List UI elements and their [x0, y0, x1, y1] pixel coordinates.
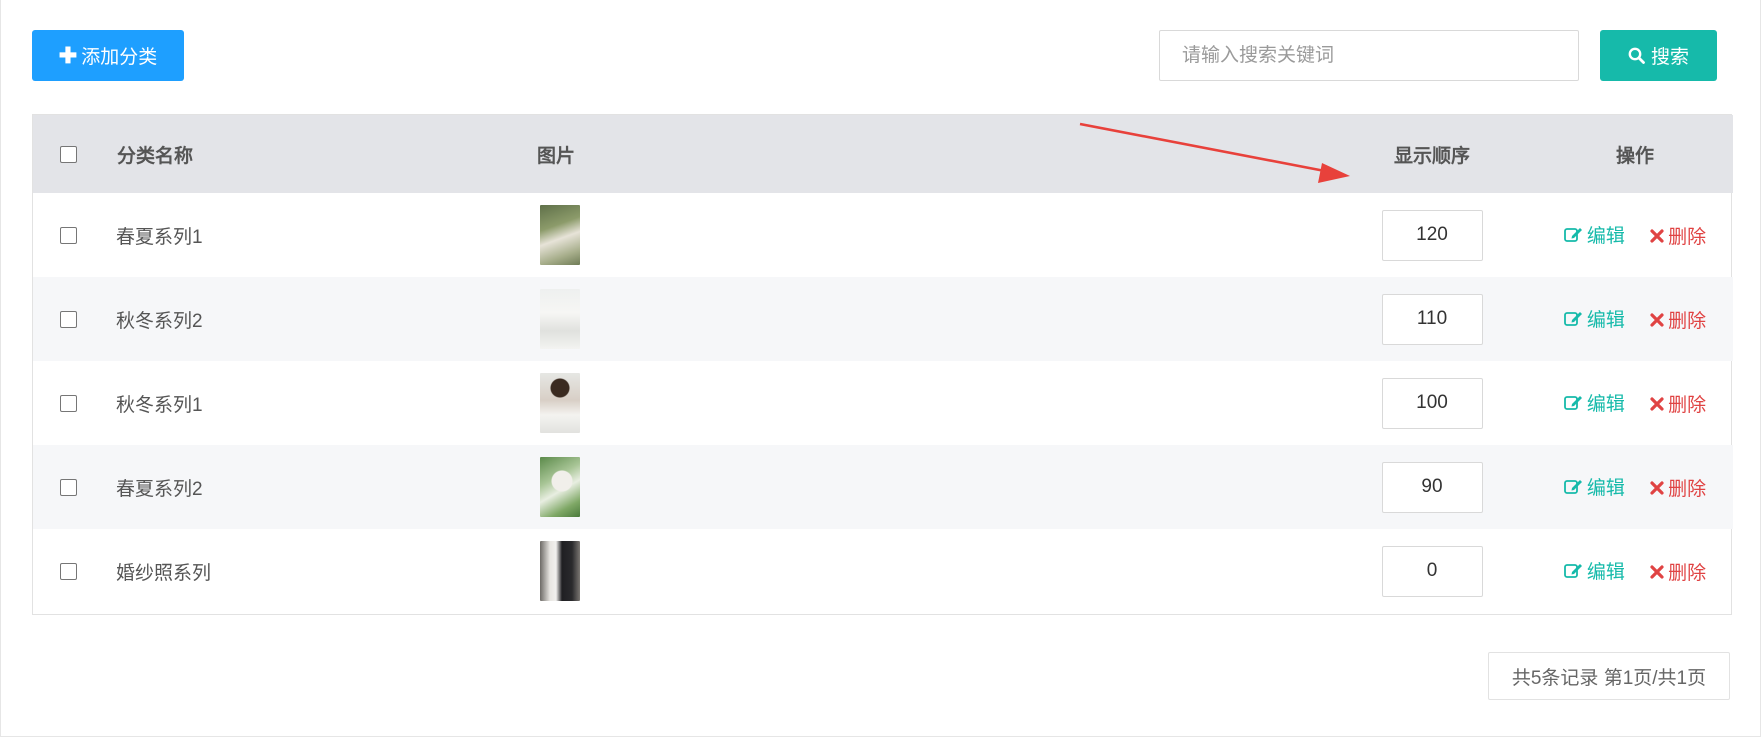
order-input[interactable] [1381, 293, 1483, 345]
category-name: 婚纱照系列 [116, 562, 212, 584]
category-name: 春夏系列2 [116, 478, 203, 500]
edit-icon [1563, 395, 1582, 410]
category-name: 秋冬系列2 [116, 310, 203, 332]
header-order: 显示顺序 [1393, 145, 1470, 167]
delete-button[interactable]: 删除 [1650, 306, 1706, 333]
edit-button[interactable]: 编辑 [1563, 221, 1625, 248]
edit-label: 编辑 [1586, 225, 1625, 247]
edit-label: 编辑 [1586, 393, 1625, 415]
row-checkbox[interactable] [60, 478, 77, 496]
row-checkbox[interactable] [60, 562, 77, 580]
row-checkbox[interactable] [60, 394, 77, 412]
delete-label: 删除 [1668, 311, 1707, 333]
category-name: 春夏系列1 [116, 226, 203, 248]
toolbar: ✚ 添加分类 搜索 [32, 30, 1763, 82]
search-input[interactable] [1159, 30, 1579, 81]
select-all-checkbox[interactable] [60, 145, 77, 163]
pagination-info: 共5条记录 第1页/共1页 [1488, 652, 1730, 700]
delete-label: 删除 [1668, 227, 1707, 249]
table-row: 春夏系列1 编辑 删除 [33, 193, 1733, 277]
order-input[interactable] [1381, 545, 1483, 597]
delete-button[interactable]: 删除 [1650, 474, 1706, 501]
edit-label: 编辑 [1586, 309, 1625, 331]
header-name: 分类名称 [117, 145, 194, 167]
table-header-row: 分类名称 图片 显示顺序 操作 [33, 115, 1733, 193]
add-category-button[interactable]: ✚ 添加分类 [32, 30, 184, 81]
table-row: 婚纱照系列 编辑 删除 [33, 529, 1733, 613]
search-label: 搜索 [1650, 47, 1689, 68]
search-icon [1628, 47, 1645, 64]
category-thumbnail[interactable] [540, 373, 580, 433]
edit-icon [1563, 479, 1582, 494]
edit-label: 编辑 [1586, 477, 1625, 499]
add-category-label: 添加分类 [81, 47, 158, 68]
close-icon [1650, 565, 1664, 579]
edit-label: 编辑 [1586, 561, 1625, 583]
plus-icon: ✚ [58, 42, 78, 68]
category-name: 秋冬系列1 [116, 394, 203, 416]
order-input[interactable] [1381, 209, 1483, 261]
table-row: 秋冬系列1 编辑 删除 [33, 361, 1733, 445]
close-icon [1650, 313, 1664, 327]
edit-icon [1563, 311, 1582, 326]
header-image: 图片 [537, 145, 576, 167]
search-button[interactable]: 搜索 [1600, 30, 1717, 81]
delete-label: 删除 [1668, 395, 1707, 417]
category-thumbnail[interactable] [540, 289, 580, 349]
category-thumbnail[interactable] [540, 541, 580, 601]
edit-icon [1563, 563, 1582, 578]
edit-icon [1563, 227, 1582, 242]
edit-button[interactable]: 编辑 [1563, 389, 1625, 416]
edit-button[interactable]: 编辑 [1563, 473, 1625, 500]
table-row: 秋冬系列2 编辑 删除 [33, 277, 1733, 361]
category-thumbnail[interactable] [540, 205, 580, 265]
delete-label: 删除 [1668, 479, 1707, 501]
delete-button[interactable]: 删除 [1650, 222, 1706, 249]
edit-button[interactable]: 编辑 [1563, 305, 1625, 332]
row-checkbox[interactable] [60, 310, 77, 328]
edit-button[interactable]: 编辑 [1563, 557, 1625, 584]
order-input[interactable] [1381, 461, 1483, 513]
delete-button[interactable]: 删除 [1650, 558, 1706, 585]
delete-label: 删除 [1668, 563, 1707, 585]
close-icon [1650, 229, 1664, 243]
order-input[interactable] [1381, 377, 1483, 429]
close-icon [1650, 397, 1664, 411]
category-table: 分类名称 图片 显示顺序 操作 春夏系列1 编辑 [32, 114, 1733, 615]
header-ops: 操作 [1615, 145, 1654, 167]
close-icon [1650, 481, 1664, 495]
category-thumbnail[interactable] [540, 457, 580, 517]
table-row: 春夏系列2 编辑 删除 [33, 445, 1733, 529]
row-checkbox[interactable] [60, 226, 77, 244]
delete-button[interactable]: 删除 [1650, 390, 1706, 417]
